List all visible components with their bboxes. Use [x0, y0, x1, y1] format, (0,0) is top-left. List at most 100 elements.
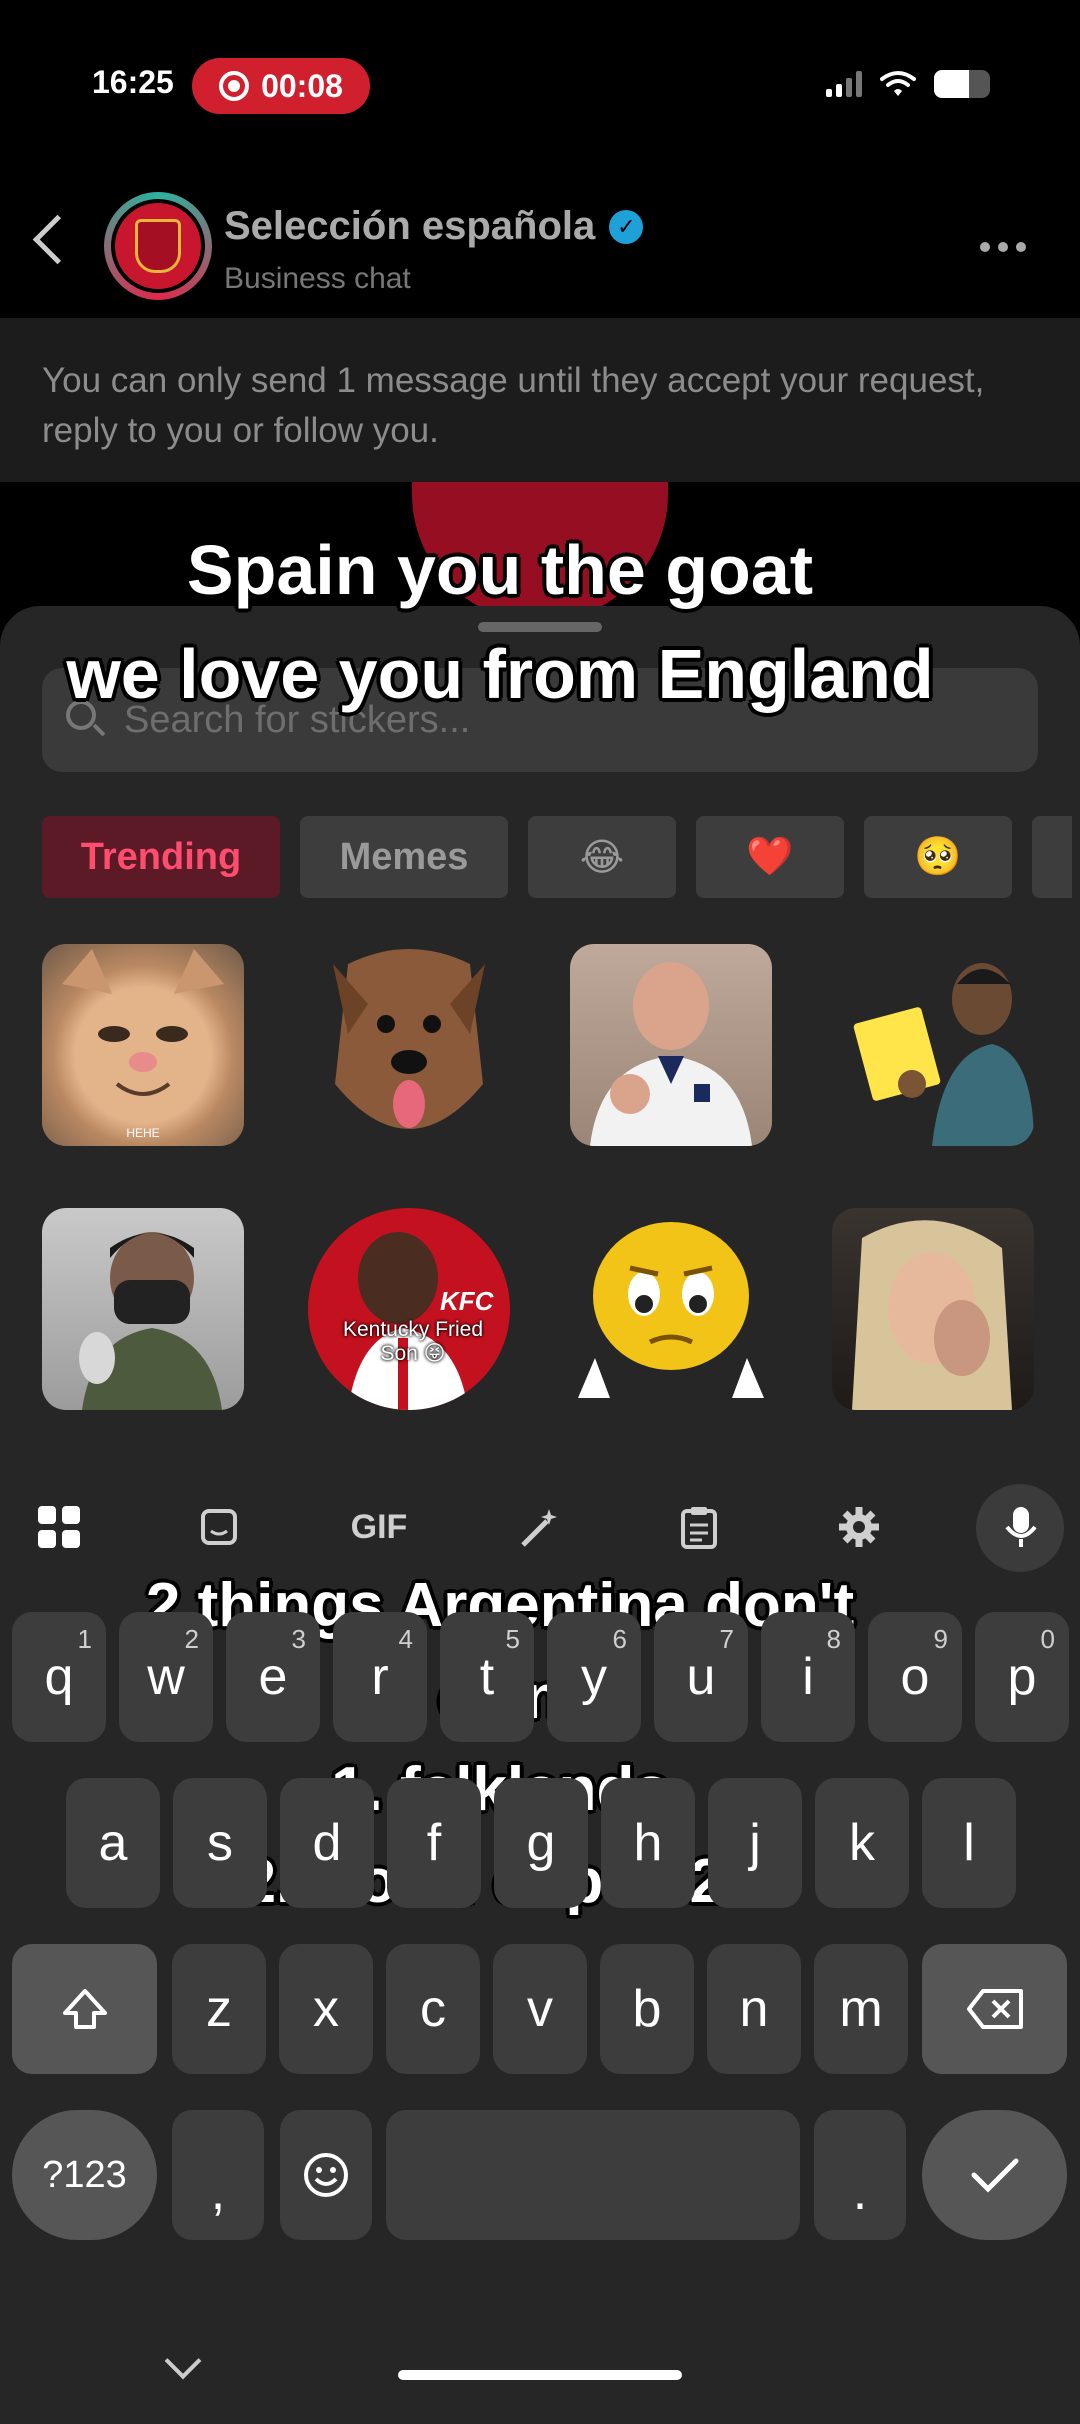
- status-icons: [826, 70, 990, 98]
- tab-trending[interactable]: Trending: [42, 816, 280, 898]
- back-chevron-icon[interactable]: [32, 214, 83, 265]
- crest-icon: [135, 219, 181, 273]
- key-number-hint: 6: [612, 1624, 627, 1654]
- backspace-icon: [966, 1989, 1023, 2029]
- key-s[interactable]: s: [173, 1778, 267, 1908]
- key-y[interactable]: y6: [547, 1612, 641, 1742]
- gif-button[interactable]: GIF: [334, 1482, 424, 1572]
- key-v[interactable]: v: [493, 1944, 587, 2074]
- key-z[interactable]: z: [172, 1944, 266, 2074]
- home-indicator[interactable]: [398, 2370, 682, 2380]
- key-m[interactable]: m: [814, 1944, 908, 2074]
- sticker-caption: Kentucky Fried Son 😝: [342, 1318, 484, 1365]
- backspace-key[interactable]: [922, 1944, 1067, 2074]
- masked-man-icon: [79, 1232, 222, 1410]
- key-label: v: [527, 1980, 553, 2038]
- key-q[interactable]: q1: [12, 1612, 106, 1742]
- key-j[interactable]: j: [708, 1778, 802, 1908]
- key-number-hint: 3: [291, 1624, 306, 1654]
- tab-memes[interactable]: Memes: [300, 816, 508, 898]
- cat-face-icon: [62, 949, 224, 1096]
- magic-wand-icon[interactable]: [494, 1482, 584, 1572]
- wifi-icon: [880, 71, 916, 96]
- key-c[interactable]: c: [386, 1944, 480, 2074]
- sticker-category-tabs: Trending Memes 😂 ❤️ 🥺: [42, 816, 1072, 898]
- key-label: f: [426, 1814, 442, 1872]
- man-icon: [590, 962, 752, 1146]
- checkmark-icon: [971, 2158, 1018, 2193]
- signal-icon: [826, 71, 862, 97]
- key-t[interactable]: t5: [440, 1612, 534, 1742]
- masked-man-sticker[interactable]: [42, 1208, 244, 1410]
- caption-top-line2: we love you from England: [66, 635, 934, 713]
- key-label: u: [686, 1648, 716, 1706]
- status-time: 16:25: [92, 64, 174, 100]
- tab-laughing-emoji[interactable]: 😂: [528, 816, 676, 898]
- praying-woman-icon: [852, 1220, 1012, 1410]
- man-reading-sticker[interactable]: [832, 944, 1034, 1146]
- man-england-shirt-sticker[interactable]: [570, 944, 772, 1146]
- key-h[interactable]: h: [601, 1778, 695, 1908]
- sticker-icon[interactable]: [174, 1482, 264, 1572]
- clipboard-icon[interactable]: [654, 1482, 744, 1572]
- key-label: h: [633, 1814, 663, 1872]
- key-o[interactable]: o9: [868, 1612, 962, 1742]
- key-i[interactable]: i8: [761, 1612, 855, 1742]
- key-f[interactable]: f: [387, 1778, 481, 1908]
- key-b[interactable]: b: [600, 1944, 694, 2074]
- cat-sticker[interactable]: HEHE: [42, 944, 244, 1146]
- space-bar[interactable]: [386, 2110, 800, 2240]
- key-number-hint: 2: [184, 1624, 199, 1654]
- key-e[interactable]: e3: [226, 1612, 320, 1742]
- sad-emoji-sticker[interactable]: [570, 1208, 772, 1410]
- chat-title[interactable]: Selección española ✓: [224, 204, 644, 249]
- key-d[interactable]: d: [280, 1778, 374, 1908]
- key-p[interactable]: p0: [975, 1612, 1069, 1742]
- enter-key[interactable]: [922, 2110, 1067, 2240]
- key-label: g: [526, 1814, 556, 1872]
- key-w[interactable]: w2: [119, 1612, 213, 1742]
- recording-time: 00:08: [261, 67, 343, 104]
- tab-more[interactable]: [1032, 816, 1072, 898]
- tab-heart-emoji[interactable]: ❤️: [696, 816, 844, 898]
- key-number-hint: 4: [398, 1624, 413, 1654]
- tab-pleading-emoji[interactable]: 🥺: [864, 816, 1012, 898]
- kfc-logo: KFC: [440, 1286, 494, 1316]
- key-u[interactable]: u7: [654, 1612, 748, 1742]
- key-x[interactable]: x: [279, 1944, 373, 2074]
- more-options-icon[interactable]: [980, 242, 1026, 252]
- dog-face-icon: [333, 949, 485, 1129]
- battery-icon: [934, 70, 990, 98]
- avatar[interactable]: [104, 192, 212, 300]
- key-number-hint: 5: [505, 1624, 520, 1654]
- verified-badge-icon: ✓: [609, 209, 644, 244]
- key-number-hint: 1: [77, 1624, 92, 1654]
- keyboard-apps-icon[interactable]: [14, 1482, 104, 1572]
- comma-key[interactable]: ,: [172, 2110, 264, 2240]
- kfc-sticker[interactable]: KFC Kentucky Fried Son 😝: [308, 1208, 510, 1410]
- dog-sticker[interactable]: [308, 944, 510, 1146]
- key-n[interactable]: n: [707, 1944, 801, 2074]
- key-label: p: [1007, 1648, 1037, 1706]
- key-l[interactable]: l: [922, 1778, 1016, 1908]
- key-label: e: [258, 1648, 288, 1706]
- key-label: m: [839, 1980, 883, 2038]
- key-k[interactable]: k: [815, 1778, 909, 1908]
- praying-woman-sticker[interactable]: [832, 1208, 1034, 1410]
- emoji-key[interactable]: [280, 2110, 372, 2240]
- sticker-caption: HEHE: [126, 1126, 160, 1140]
- key-g[interactable]: g: [494, 1778, 588, 1908]
- key-label: n: [739, 1980, 769, 2038]
- gear-icon[interactable]: [814, 1482, 904, 1572]
- key-label: s: [207, 1814, 233, 1872]
- key-r[interactable]: r4: [333, 1612, 427, 1742]
- screen-recording-indicator[interactable]: 00:08: [192, 58, 370, 114]
- key-a[interactable]: a: [66, 1778, 160, 1908]
- panel-drag-handle[interactable]: [478, 622, 602, 632]
- key-label: r: [371, 1648, 389, 1706]
- symbols-key[interactable]: ?123: [12, 2110, 157, 2240]
- period-key[interactable]: .: [814, 2110, 906, 2240]
- shift-key[interactable]: [12, 1944, 157, 2074]
- key-label: o: [900, 1648, 930, 1706]
- sad-face-icon: [578, 1222, 764, 1398]
